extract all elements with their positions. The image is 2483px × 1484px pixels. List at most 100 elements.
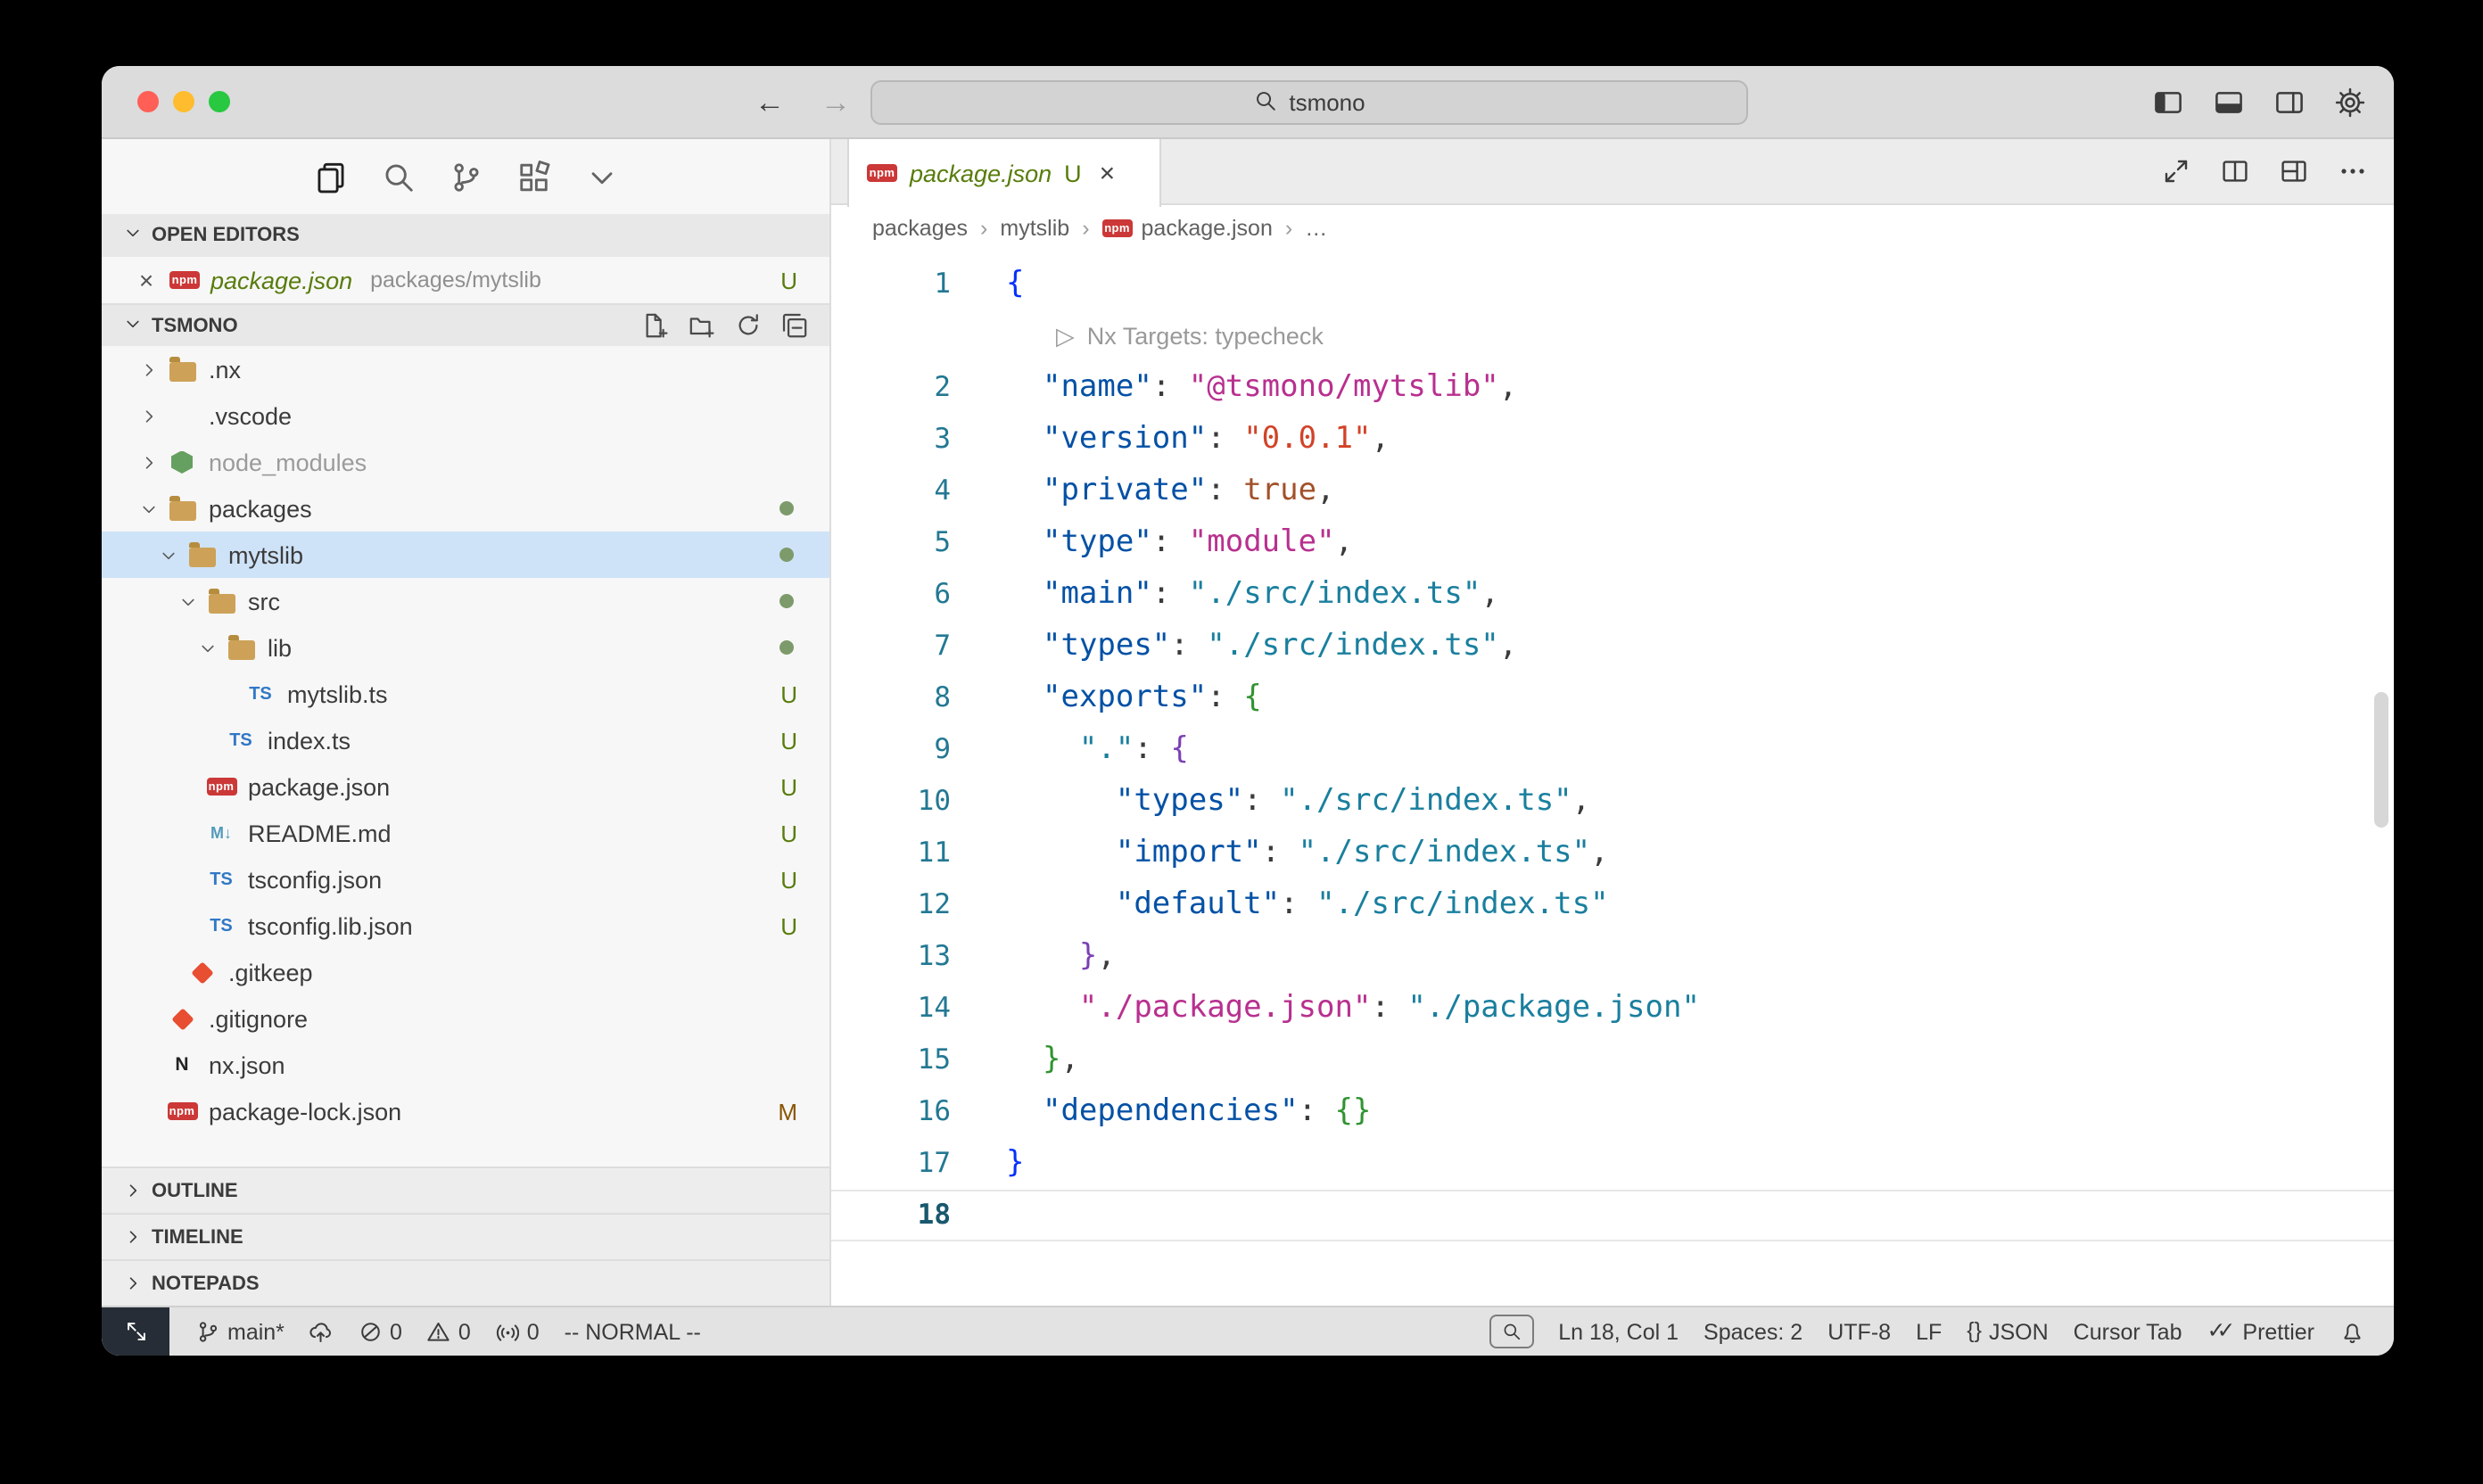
- close-editor-icon[interactable]: ×: [134, 266, 159, 294]
- code-line-6[interactable]: 6 "main": "./src/index.ts",: [831, 569, 2394, 621]
- section-header-outline[interactable]: OUTLINE: [102, 1167, 829, 1213]
- codelens-nx-targets[interactable]: ▷Nx Targets: typecheck: [831, 310, 2394, 362]
- project-header[interactable]: TSMONO: [102, 303, 829, 346]
- history-forward-icon[interactable]: →: [821, 87, 851, 117]
- tab-package-json[interactable]: npmpackage.jsonU×: [847, 139, 1161, 207]
- language-mode[interactable]: {}JSON: [1954, 1307, 2060, 1356]
- breadcrumb-item-package-json[interactable]: npmpackage.json: [1102, 216, 1273, 241]
- eol-sequence[interactable]: LF: [1903, 1307, 1954, 1356]
- close-button[interactable]: [137, 91, 159, 112]
- more-actions-icon[interactable]: [2339, 157, 2367, 186]
- publish-changes[interactable]: [297, 1307, 346, 1356]
- encoding[interactable]: UTF-8: [1815, 1307, 1903, 1356]
- history-back-icon[interactable]: ←: [755, 87, 785, 117]
- close-tab-icon[interactable]: ×: [1100, 158, 1116, 188]
- layout-sidebar-icon[interactable]: [2153, 87, 2183, 117]
- explorer-icon[interactable]: [313, 160, 347, 194]
- formatter[interactable]: ✓✓Prettier: [2195, 1307, 2328, 1356]
- code-line-17[interactable]: 17}: [831, 1138, 2394, 1190]
- minimize-button[interactable]: [173, 91, 194, 112]
- open-editor-item[interactable]: ×npmpackage.jsonpackages/mytslibU: [102, 257, 829, 303]
- code-line-1[interactable]: 1{: [831, 259, 2394, 310]
- problems-errors[interactable]: 0: [346, 1307, 415, 1356]
- zoom-button[interactable]: [209, 91, 230, 112]
- new-folder-icon[interactable]: [689, 312, 715, 339]
- tree-item-mytslib-ts[interactable]: TSmytslib.tsU: [102, 671, 829, 717]
- scrollbar-thumb[interactable]: [2374, 692, 2388, 828]
- more-views-icon[interactable]: [584, 160, 618, 194]
- chevron-down-icon: [134, 499, 164, 518]
- code-token: :: [1134, 731, 1170, 767]
- section-header-timeline[interactable]: TIMELINE: [102, 1213, 829, 1259]
- code-line-8[interactable]: 8 "exports": {: [831, 672, 2394, 724]
- code-line-4[interactable]: 4 "private": true,: [831, 466, 2394, 517]
- tree-item-nx-json[interactable]: Nnx.json: [102, 1042, 829, 1088]
- editor-layout-icon[interactable]: [2280, 157, 2308, 186]
- refresh-explorer-icon[interactable]: [735, 312, 762, 339]
- settings-gear-icon[interactable]: [2335, 87, 2365, 117]
- branch-status[interactable]: main*: [184, 1307, 297, 1356]
- line-number: 18: [831, 1190, 992, 1241]
- tree-item-index-ts[interactable]: TSindex.tsU: [102, 717, 829, 763]
- new-file-icon[interactable]: [642, 312, 669, 339]
- problems-warnings[interactable]: 0: [415, 1307, 483, 1356]
- code-line-14[interactable]: 14 "./package.json": "./package.json": [831, 983, 2394, 1035]
- cursor-position[interactable]: Ln 18, Col 1: [1546, 1307, 1691, 1356]
- tree-item-readme-md[interactable]: M↓README.mdU: [102, 810, 829, 856]
- ports[interactable]: 0: [483, 1307, 552, 1356]
- remote-indicator[interactable]: [102, 1307, 169, 1356]
- zoom-indicator[interactable]: [1476, 1307, 1546, 1356]
- open-editors-header[interactable]: OPEN EDITORS: [102, 214, 829, 257]
- status-label: Cursor Tab: [2074, 1319, 2182, 1344]
- tree-item-vscode[interactable]: .vscode: [102, 392, 829, 439]
- code-line-9[interactable]: 9 ".": {: [831, 724, 2394, 776]
- breadcrumb-item-packages[interactable]: packages: [872, 216, 968, 241]
- titlebar[interactable]: ← → tsmono: [102, 66, 2394, 139]
- notifications[interactable]: [2327, 1307, 2376, 1356]
- code-line-text: "type": "module",: [992, 517, 1353, 569]
- code-line-12[interactable]: 12 "default": "./src/index.ts": [831, 879, 2394, 931]
- tree-item-tsconfig-lib-json[interactable]: TStsconfig.lib.jsonU: [102, 903, 829, 949]
- tree-item-nx[interactable]: .nx: [102, 346, 829, 392]
- code-line-5[interactable]: 5 "type": "module",: [831, 517, 2394, 569]
- code-token: :: [1207, 680, 1243, 715]
- command-center[interactable]: tsmono: [870, 80, 1748, 125]
- code-line-15[interactable]: 15 },: [831, 1035, 2394, 1086]
- open-changes-icon[interactable]: [2162, 157, 2190, 186]
- extensions-icon[interactable]: [516, 160, 550, 194]
- tree-item-package-lock-json[interactable]: npmpackage-lock.jsonM: [102, 1088, 829, 1134]
- layout-panel-icon[interactable]: [2214, 87, 2244, 117]
- tree-item-lib[interactable]: lib: [102, 624, 829, 671]
- tree-item-package-json[interactable]: npmpackage.jsonU: [102, 763, 829, 810]
- tree-item-gitkeep[interactable]: .gitkeep: [102, 949, 829, 995]
- code-line-16[interactable]: 16 "dependencies": {}: [831, 1086, 2394, 1138]
- code-line-2[interactable]: 2 "name": "@tsmono/mytslib",: [831, 362, 2394, 414]
- search-icon[interactable]: [381, 160, 415, 194]
- section-header-notepads[interactable]: NOTEPADS: [102, 1259, 829, 1306]
- code-editor[interactable]: 1{▷Nx Targets: typecheck2 "name": "@tsmo…: [831, 251, 2394, 1306]
- split-editor-icon[interactable]: [2221, 157, 2249, 186]
- breadcrumb-item-[interactable]: …: [1305, 216, 1327, 241]
- code-line-13[interactable]: 13 },: [831, 931, 2394, 983]
- layout-secondary-sidebar-icon[interactable]: [2274, 87, 2305, 117]
- breadcrumb-label: mytslib: [1000, 216, 1069, 241]
- code-line-11[interactable]: 11 "import": "./src/index.ts",: [831, 828, 2394, 879]
- source-control-icon[interactable]: [449, 160, 483, 194]
- code-line-18[interactable]: 18: [831, 1190, 2394, 1241]
- code-line-7[interactable]: 7 "types": "./src/index.ts",: [831, 621, 2394, 672]
- code-line-10[interactable]: 10 "types": "./src/index.ts",: [831, 776, 2394, 828]
- code-line-3[interactable]: 3 "version": "0.0.1",: [831, 414, 2394, 466]
- vim-mode[interactable]: -- NORMAL --: [552, 1307, 714, 1356]
- tree-item-src[interactable]: src: [102, 578, 829, 624]
- indentation[interactable]: Spaces: 2: [1691, 1307, 1815, 1356]
- collapse-folders-icon[interactable]: [781, 312, 808, 339]
- tree-item-node-modules[interactable]: node_modules: [102, 439, 829, 485]
- tree-item-gitignore[interactable]: .gitignore: [102, 995, 829, 1042]
- breadcrumb-item-mytslib[interactable]: mytslib: [1000, 216, 1069, 241]
- code-token: "module": [1189, 524, 1335, 560]
- cursor-tab[interactable]: Cursor Tab: [2061, 1307, 2195, 1356]
- tree-item-packages[interactable]: packages: [102, 485, 829, 532]
- tree-item-tsconfig-json[interactable]: TStsconfig.jsonU: [102, 856, 829, 903]
- tree-item-mytslib[interactable]: mytslib: [102, 532, 829, 578]
- chevron-down-icon: [173, 591, 203, 611]
